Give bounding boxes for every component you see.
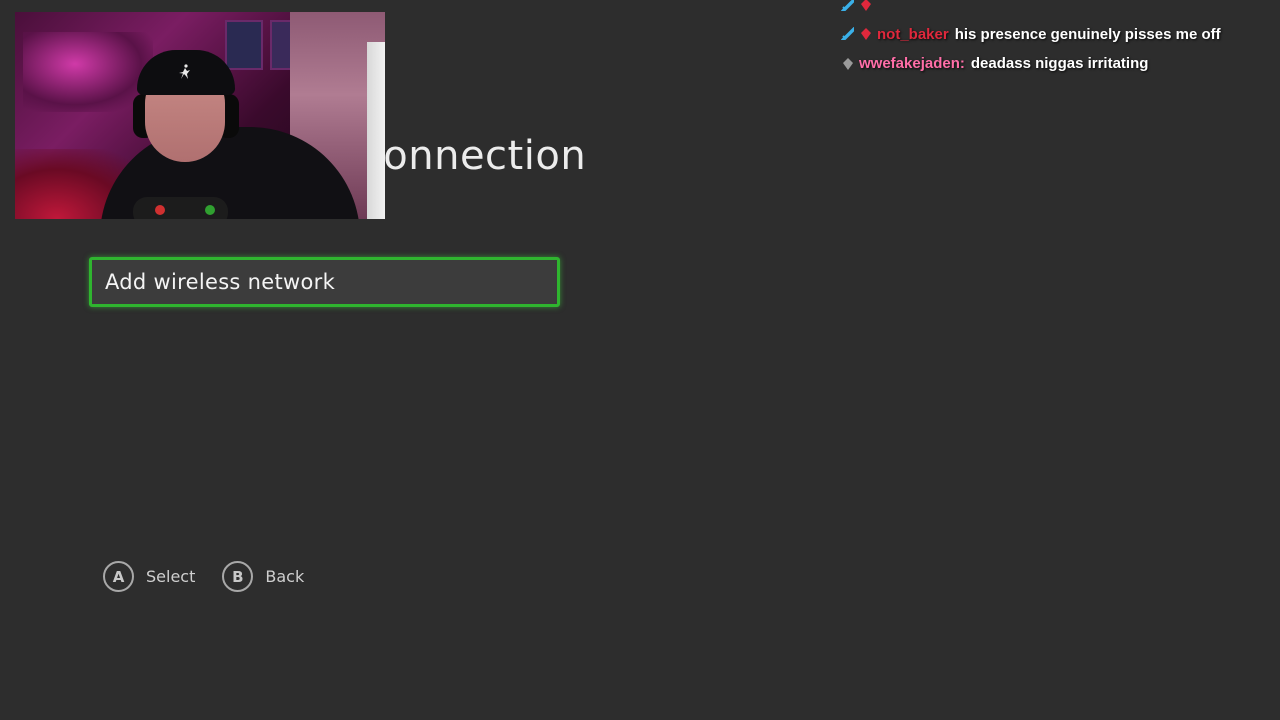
chat-username: not_baker	[877, 25, 949, 43]
controller-button	[155, 205, 165, 215]
stream-chat-overlay: not_baker his presence genuinely pisses …	[840, 0, 1271, 79]
add-wireless-network-button[interactable]: Add wireless network	[89, 257, 560, 307]
chat-message	[840, 0, 1271, 20]
sword-icon	[840, 0, 855, 12]
chat-message-text: his presence genuinely pisses me off	[954, 25, 1221, 43]
back-hint-label: Back	[265, 567, 305, 586]
a-button-icon: A	[103, 561, 134, 592]
select-hint-label: Select	[146, 567, 196, 586]
jumpman-icon	[177, 64, 193, 80]
webcam-wall-poster	[225, 20, 263, 70]
menu-item-label: Add wireless network	[105, 270, 336, 294]
bits-icon	[859, 0, 873, 12]
back-hint[interactable]: B Back	[222, 561, 304, 592]
bits-icon	[859, 27, 873, 41]
controller-button	[205, 205, 215, 215]
chat-message-text: deadass niggas irritating	[970, 55, 1149, 73]
chat-message: wwefakejaden: deadass niggas irritating	[841, 49, 1271, 79]
chat-message: not_baker his presence genuinely pisses …	[840, 20, 1271, 50]
sword-icon	[840, 26, 855, 41]
chat-username: wwefakejaden:	[859, 55, 965, 73]
controller-hints: A Select B Back	[103, 561, 331, 592]
bits-icon	[841, 57, 855, 71]
b-button-icon: B	[222, 561, 254, 592]
xbox-network-settings-screen: Add wireless connection Add wireless net…	[0, 0, 1280, 720]
webcam-overlay	[15, 12, 385, 219]
webcam-door	[367, 42, 385, 219]
select-hint[interactable]: A Select	[103, 561, 195, 592]
